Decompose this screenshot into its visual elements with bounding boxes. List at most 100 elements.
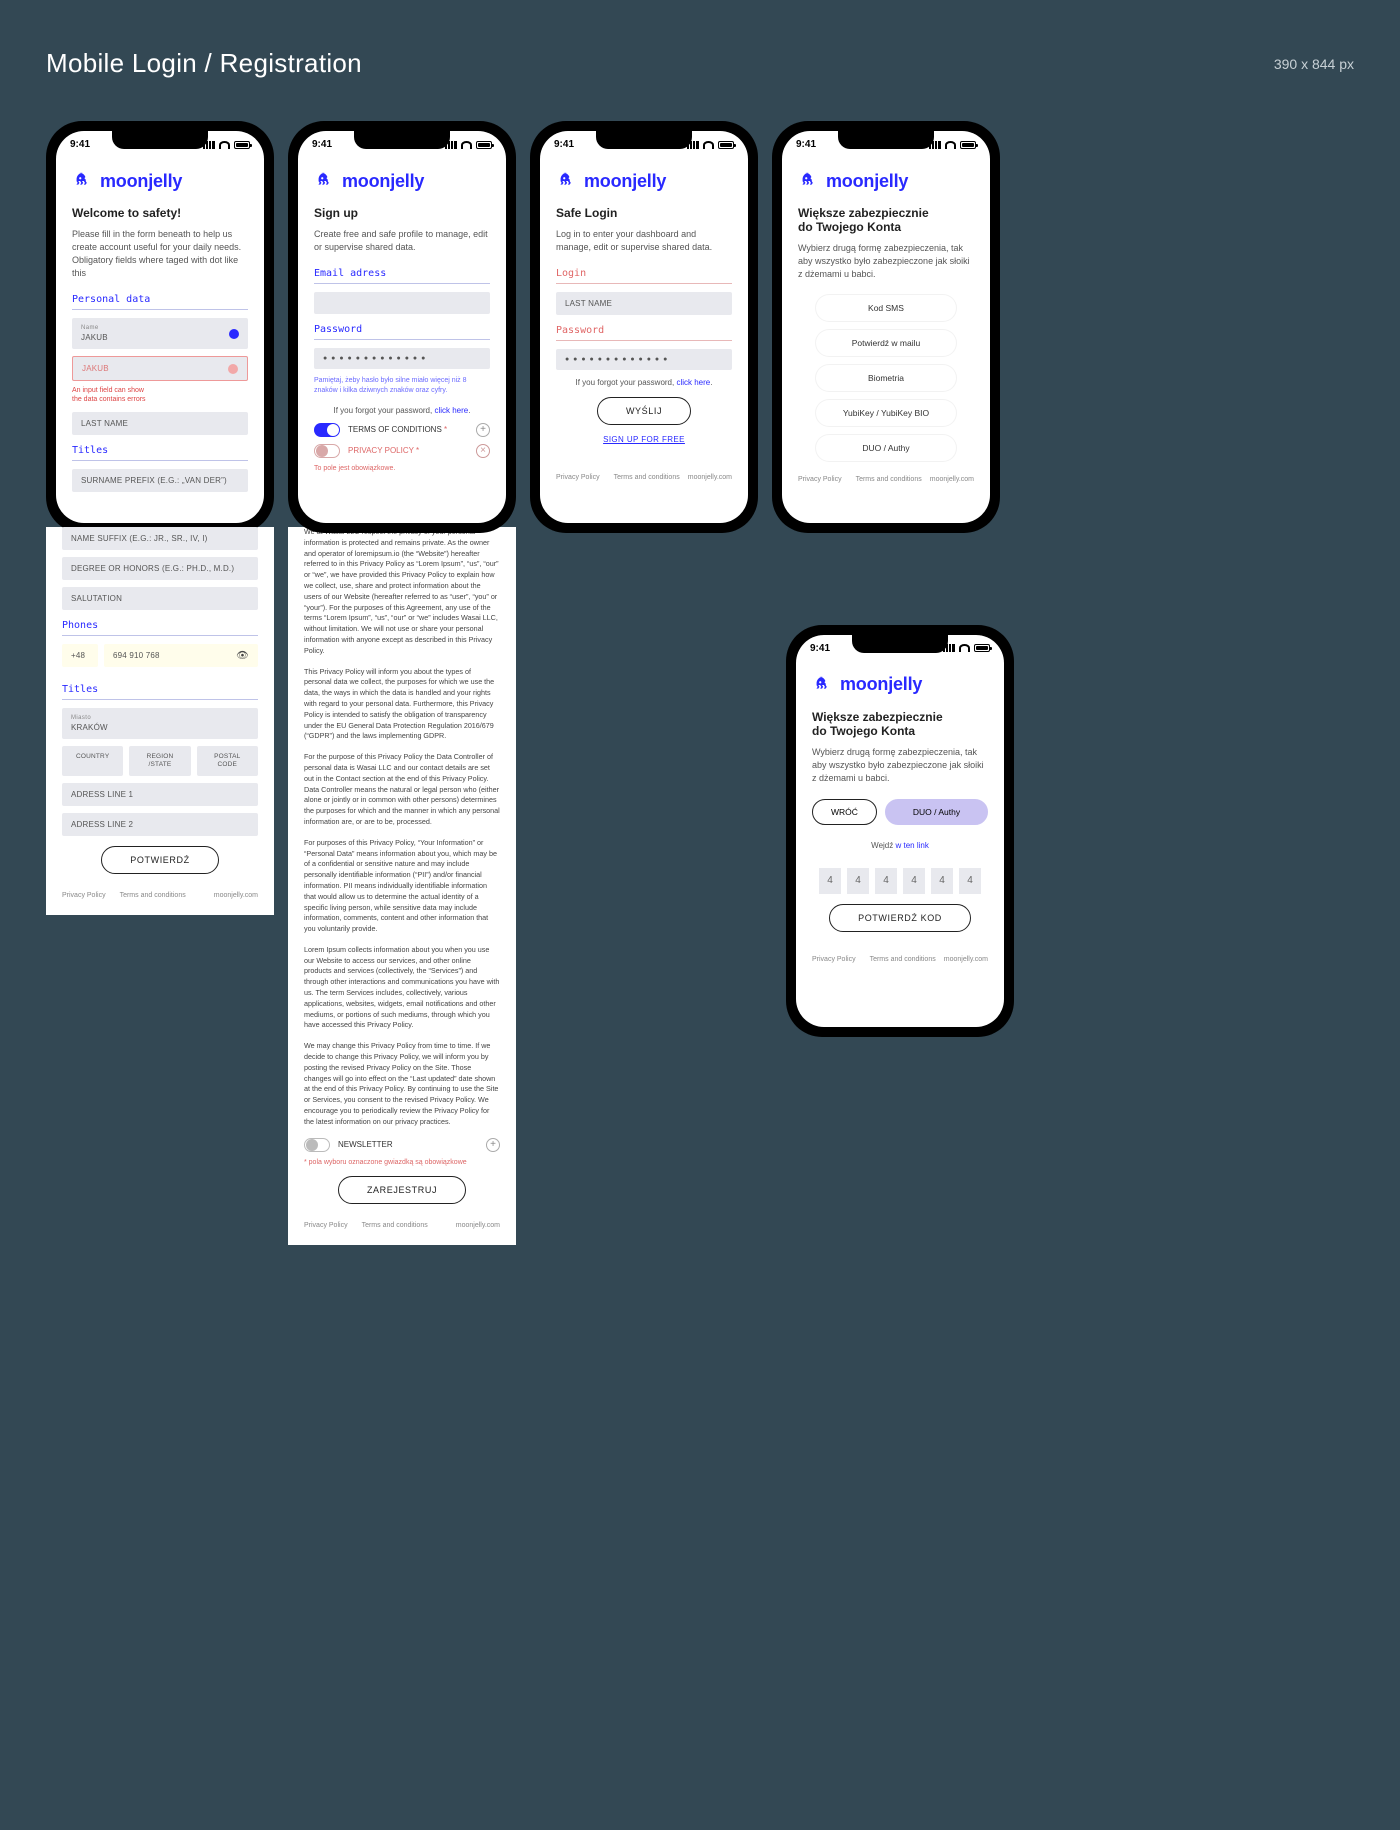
surname-prefix-field[interactable]: SURNAME PREFIX (E.G.: „VAN DER”) xyxy=(72,469,248,492)
footer-terms[interactable]: Terms and conditions xyxy=(856,476,922,483)
footer-privacy[interactable]: Privacy Policy xyxy=(62,892,106,899)
battery-icon xyxy=(718,141,734,149)
page-title: Mobile Login / Registration xyxy=(46,48,362,79)
newsletter-label: NEWSLETTER xyxy=(338,1140,478,1149)
privacy-toggle[interactable] xyxy=(314,444,340,458)
footer-privacy[interactable]: Privacy Policy xyxy=(812,956,856,963)
brand-logo: moonjelly xyxy=(314,170,490,192)
name-field[interactable]: Name JAKUB xyxy=(72,318,248,349)
login-field[interactable]: LAST NAME xyxy=(556,292,732,315)
expand-icon[interactable]: + xyxy=(476,423,490,437)
footer-site[interactable]: moonjelly.com xyxy=(930,476,974,483)
2fa-option-sms[interactable]: Kod SMS xyxy=(816,295,957,321)
city-field[interactable]: Miasto KRAKÓW xyxy=(62,708,258,739)
privacy-paragraph: We may change this Privacy Policy from t… xyxy=(304,1041,500,1127)
footer-terms[interactable]: Terms and conditions xyxy=(120,892,186,899)
wifi-icon xyxy=(945,141,956,149)
forgot-link[interactable]: click here xyxy=(434,406,468,415)
register-button[interactable]: ZAREJESTRUJ xyxy=(338,1176,466,1204)
footer-terms[interactable]: Terms and conditions xyxy=(614,474,680,481)
city-value: KRAKÓW xyxy=(71,723,108,732)
email-section-label: Email adress xyxy=(314,268,490,284)
code-digit[interactable]: 4 xyxy=(847,868,869,894)
brand-logo: moonjelly xyxy=(556,170,732,192)
country-field[interactable]: COUNTRY xyxy=(62,746,123,776)
footer: Privacy Policy Terms and conditions moonj… xyxy=(304,1216,500,1229)
selected-method-pill[interactable]: DUO / Authy xyxy=(885,799,988,825)
city-label: Miasto xyxy=(71,715,249,721)
signup-free-link[interactable]: SIGN UP FOR FREE xyxy=(556,435,732,444)
address-line-1[interactable]: ADRESS LINE 1 xyxy=(62,783,258,806)
enter-link[interactable]: w ten link xyxy=(895,841,928,850)
code-digit[interactable]: 4 xyxy=(875,868,897,894)
brand-logo: moonjelly xyxy=(72,170,248,192)
footer-site[interactable]: moonjelly.com xyxy=(688,474,732,481)
login-heading: Safe Login xyxy=(556,206,732,220)
brand-name: moonjelly xyxy=(826,171,908,192)
privacy-paragraph: For purposes of this Privacy Policy, “Yo… xyxy=(304,838,500,935)
footer-site[interactable]: moonjelly.com xyxy=(214,892,258,899)
password-hint: Pamiętaj, żeby hasło było silne miało wi… xyxy=(314,376,490,396)
code-digit[interactable]: 4 xyxy=(959,868,981,894)
confirm-button[interactable]: POTWIERDŹ xyxy=(101,846,218,874)
welcome-lead: Please fill in the form beneath to help … xyxy=(72,228,248,280)
2fa-option-duo[interactable]: DUO / Authy xyxy=(816,435,957,461)
brand-name: moonjelly xyxy=(840,674,922,695)
enter-link-line: Wejdź w ten link xyxy=(812,841,988,850)
code-digit[interactable]: 4 xyxy=(819,868,841,894)
back-button[interactable]: WRÓĆ xyxy=(812,799,877,825)
footer: Privacy Policy Terms and conditions moonj… xyxy=(62,886,258,899)
salutation-field[interactable]: SALUTATION xyxy=(62,587,258,610)
required-fields-footnote: * pola wyboru oznaczone gwiazdką są obow… xyxy=(304,1159,500,1166)
valid-dot-icon xyxy=(229,329,239,339)
2fa-option-email[interactable]: Potwierdź w mailu xyxy=(816,330,957,356)
footer-privacy[interactable]: Privacy Policy xyxy=(798,476,842,483)
name-field-error[interactable]: JAKUB xyxy=(72,356,248,381)
footer-site[interactable]: moonjelly.com xyxy=(456,1222,500,1229)
section-titles-2: Titles xyxy=(62,684,258,700)
login-password-field[interactable]: ● ● ● ● ● ● ● ● ● ● ● ● ● xyxy=(556,349,732,370)
code-digit[interactable]: 4 xyxy=(931,868,953,894)
forgot-password-line: If you forgot your password, click here. xyxy=(314,406,490,415)
privacy-paragraph: This Privacy Policy will inform you abou… xyxy=(304,667,500,743)
degree-field[interactable]: DEGREE OR HONORS (E.G.: PH.D., M.D.) xyxy=(62,557,258,580)
name-suffix-field[interactable]: NAME SUFFIX (E.G.: JR., SR., IV, I) xyxy=(62,527,258,550)
footer-terms[interactable]: Terms and conditions xyxy=(870,956,936,963)
battery-icon xyxy=(476,141,492,149)
postal-field[interactable]: POSTAL CODE xyxy=(197,746,258,776)
code-digit[interactable]: 4 xyxy=(903,868,925,894)
mockup-registration: 9:41 moonjelly Welcome to safety! Please… xyxy=(46,121,274,915)
password-field[interactable]: ● ● ● ● ● ● ● ● ● ● ● ● ● xyxy=(314,348,490,369)
last-name-field[interactable]: LAST NAME xyxy=(72,412,248,435)
mockup-2fa-options: 9:41 moonjelly Większe zabezpieczniedo T… xyxy=(772,121,1000,533)
canvas-dimensions: 390 x 844 px xyxy=(1274,56,1354,72)
visibility-icon[interactable]: 👁 xyxy=(236,650,249,661)
field-error-message: An input field can showthe data contains… xyxy=(72,386,248,404)
status-time: 9:41 xyxy=(810,643,830,654)
wifi-icon xyxy=(219,141,230,149)
region-field[interactable]: REGION /STATE xyxy=(129,746,190,776)
expand-icon[interactable]: + xyxy=(486,1138,500,1152)
page-header: Mobile Login / Registration 390 x 844 px xyxy=(46,48,1354,79)
email-field[interactable] xyxy=(314,292,490,314)
footer-terms[interactable]: Terms and conditions xyxy=(362,1222,428,1229)
collapse-icon[interactable]: × xyxy=(476,444,490,458)
phone-country-code[interactable]: +48 xyxy=(62,644,98,667)
send-button[interactable]: WYŚLIJ xyxy=(597,397,691,425)
address-line-2[interactable]: ADRESS LINE 2 xyxy=(62,813,258,836)
confirm-code-button[interactable]: POTWIERDŹ KOD xyxy=(829,904,971,932)
privacy-toggle-row: PRIVACY POLICY * × xyxy=(314,444,490,458)
2fa-option-biometrics[interactable]: Biometria xyxy=(816,365,957,391)
error-dot-icon xyxy=(228,364,238,374)
footer-privacy[interactable]: Privacy Policy xyxy=(304,1222,348,1229)
2fa-option-yubikey[interactable]: YubiKey / YubiKey BIO xyxy=(816,400,957,426)
footer-privacy[interactable]: Privacy Policy xyxy=(556,474,600,481)
footer-site[interactable]: moonjelly.com xyxy=(944,956,988,963)
privacy-paragraph: For the purpose of this Privacy Policy t… xyxy=(304,752,500,828)
newsletter-toggle[interactable] xyxy=(304,1138,330,1152)
mockup-login: 9:41 moonjelly Safe Login Log in to ente… xyxy=(530,121,758,533)
phone-number-field[interactable]: 694 910 768👁 xyxy=(104,644,258,667)
terms-toggle[interactable] xyxy=(314,423,340,437)
name-error-value: JAKUB xyxy=(82,364,109,373)
forgot-link[interactable]: click here xyxy=(676,378,710,387)
